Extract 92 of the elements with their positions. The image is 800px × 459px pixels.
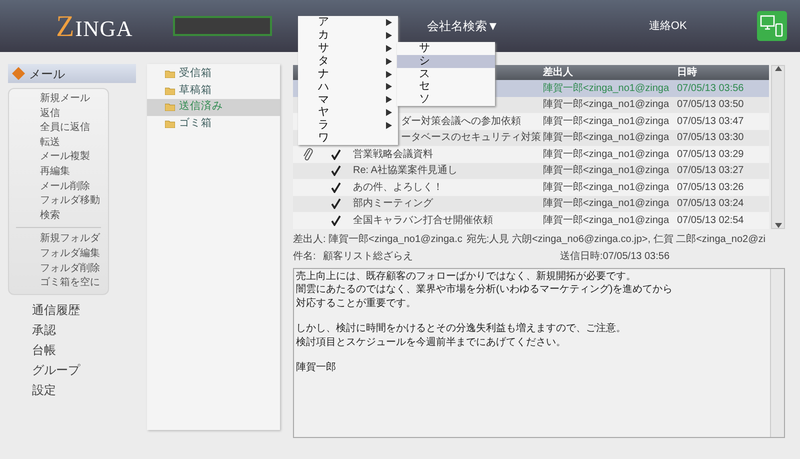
sender-cell-text: 陣賀一郎<zinga_no1@zinga: [543, 82, 670, 96]
folder-action-link[interactable]: フォルダ編集: [9, 246, 108, 262]
column-header[interactable]: 差出人: [543, 65, 677, 80]
sender-cell-text: 陣賀一郎<zinga_no1@zinga: [543, 130, 670, 146]
subject-cell-text: あの件、よろしく！: [353, 180, 443, 195]
subject-cell-text: ータベースのセキュリティ対策: [401, 130, 541, 146]
kana-menu-item[interactable]: ナ: [298, 68, 398, 80]
mail-row[interactable]: Re: A社協業案件見通し 陣賀一郎<zinga_no1@zinga 07/05/13 03:27: [293, 162, 769, 179]
body-text-line: 検討項目とスケジュールを今週前半までにあげてください。: [296, 336, 567, 349]
kana-menu-item[interactable]: カ: [298, 28, 398, 42]
folder-label: 草稿箱: [179, 82, 212, 98]
pc-phone-icon[interactable]: [756, 11, 787, 41]
sender-cell-text: 陣賀一郎<zinga_no1@zinga: [543, 148, 670, 162]
nav-link[interactable]: 承認: [8, 320, 136, 340]
search-field[interactable]: [173, 16, 272, 36]
kana-submenu-item[interactable]: ス: [397, 68, 495, 80]
sender-cell-text: 陣賀一郎<zinga_no1@zinga: [543, 196, 670, 212]
column-header[interactable]: 日時: [677, 65, 763, 80]
kana-menu-item[interactable]: ラ: [298, 119, 398, 132]
kana-submenu-item[interactable]: シ: [397, 54, 495, 68]
subject-cell-text: 全国キャラバン打合せ開催依頼: [353, 214, 493, 228]
folder-label: 受信箱: [179, 66, 212, 82]
folder-action-link[interactable]: 新規フォルダ: [9, 232, 108, 247]
mail-action-link[interactable]: 検索: [9, 208, 108, 224]
nav-link[interactable]: 台帳: [8, 340, 136, 360]
mail-action-link[interactable]: 転送: [9, 136, 108, 150]
nav-link[interactable]: グループ: [8, 360, 136, 380]
date-cell-text: 07/05/13 02:54: [677, 214, 745, 228]
status-text: 連絡OK: [648, 18, 687, 34]
body-text-line: 対応することが重要です。: [296, 296, 417, 310]
logo: ZINGA: [56, 8, 134, 44]
folder-item[interactable]: ゴミ箱: [147, 116, 280, 132]
sender-cell-text: 陣賀一郎<zinga_no1@zinga: [543, 114, 670, 129]
date-cell-text: 07/05/13 03:50: [677, 98, 745, 112]
sent-date-text: 送信日時:07/05/13 03:56: [560, 250, 670, 264]
nav-link[interactable]: 通信履歴: [8, 300, 136, 320]
diamond-icon: [12, 67, 25, 80]
mail-row[interactable]: 全国キャラバン打合せ開催依頼 陣賀一郎<zinga_no1@zinga 07/05/13 02:54: [293, 212, 769, 228]
sender-cell-text: 陣賀一郎<zinga_no1@zinga: [543, 214, 670, 228]
mail-row[interactable]: あの件、よろしく！ 陣賀一郎<zinga_no1@zinga 07/05/13 03:26: [293, 179, 769, 196]
date-cell-text: 07/05/13 03:27: [677, 164, 745, 178]
body-scrollbar[interactable]: [770, 268, 784, 436]
date-cell-text: 07/05/13 03:47: [677, 114, 745, 129]
sender-cell-text: 陣賀一郎<zinga_no1@zinga: [543, 164, 670, 178]
subject-text: 顧客リスト総ざらえ: [323, 250, 414, 264]
mail-action-link[interactable]: メール削除: [9, 180, 108, 194]
scroll-down-icon[interactable]: [774, 222, 782, 228]
date-cell-text: 07/05/13 03:29: [677, 148, 745, 162]
body-text-line: 陣賀一郎: [296, 361, 337, 374]
mail-section-header[interactable]: メール: [8, 64, 136, 83]
from-text: 差出人: 陣賀一郎<zinga_no1@zinga.c: [293, 232, 462, 246]
sender-cell-text: 陣賀一郎<zinga_no1@zinga: [543, 98, 670, 112]
folder-label: 送信済み: [179, 99, 223, 114]
kana-menu-item[interactable]: ハ: [298, 80, 398, 94]
subject-cell-text: ダー対策会議への参加依頼: [401, 114, 521, 129]
date-cell-text: 07/05/13 03:56: [677, 82, 745, 96]
mail-action-link[interactable]: メール複製: [9, 150, 108, 165]
folder-item[interactable]: 草稿箱: [147, 82, 280, 99]
folder-item[interactable]: 受信箱: [147, 66, 280, 82]
nav-link[interactable]: 設定: [8, 380, 136, 400]
body-text-line: 売上向上には、既存顧客のフォローばかりではなく、新規開拓が必要です。: [296, 270, 637, 283]
subject-cell-text: Re: A社協業案件見通し: [353, 164, 458, 178]
mail-row[interactable]: 部内ミーティング 陣賀一郎<zinga_no1@zinga 07/05/13 03:24: [293, 196, 769, 212]
kana-menu-item[interactable]: ア: [298, 16, 398, 29]
folder-label: ゴミ箱: [179, 116, 212, 131]
sender-cell-text: 陣賀一郎<zinga_no1@zinga: [543, 180, 670, 195]
subject-cell-text: 部内ミーティング: [353, 196, 433, 212]
mail-action-link[interactable]: フォルダ移動: [9, 194, 108, 209]
subject-label: 件名:: [293, 250, 317, 264]
folder-action-link[interactable]: フォルダ削除: [9, 262, 108, 276]
body-text-line: しかし、検討に時間をかけるとその分逸失利益も増えますので、ご注意。: [296, 322, 627, 336]
scroll-up-icon[interactable]: [774, 66, 782, 71]
body-text-line: 闇雲にあたるのではなく、業界や市場を分析(いわゆるマーケティング)を進めてから: [296, 283, 674, 296]
mail-action-link[interactable]: 返信: [9, 106, 108, 122]
mail-action-link[interactable]: 全員に返信: [9, 121, 108, 136]
list-scrollbar[interactable]: [771, 65, 785, 228]
section-label: メール: [29, 66, 65, 82]
kana-menu-item[interactable]: タ: [298, 54, 398, 68]
date-cell-text: 07/05/13 03:24: [677, 197, 745, 212]
date-cell-text: 07/05/13 03:26: [677, 180, 745, 195]
folder-action-link[interactable]: ゴミ箱を空に: [9, 276, 108, 291]
mail-action-link[interactable]: 新規メール: [9, 92, 108, 107]
date-cell-text: 07/05/13 03:30: [677, 131, 745, 146]
mail-action-link[interactable]: 再編集: [9, 164, 108, 180]
subject-cell-text: 営業戦略会議資料: [353, 148, 433, 162]
kana-submenu-item[interactable]: セ: [397, 80, 495, 94]
company-search-dropdown[interactable]: 会社名検索▼: [427, 17, 499, 35]
kana-menu-item[interactable]: サ: [298, 42, 398, 55]
kana-menu-item[interactable]: ワ: [298, 132, 398, 145]
to-text: 宛先:人見 六朗<zinga_no6@zinga.co.jp>, 仁賀 二郎<zinga_no2@zi: [466, 232, 766, 246]
kana-submenu-item[interactable]: サ: [397, 42, 495, 55]
mail-row[interactable]: 営業戦略会議資料 陣賀一郎<zinga_no1@zinga 07/05/13 03:29: [293, 146, 769, 162]
